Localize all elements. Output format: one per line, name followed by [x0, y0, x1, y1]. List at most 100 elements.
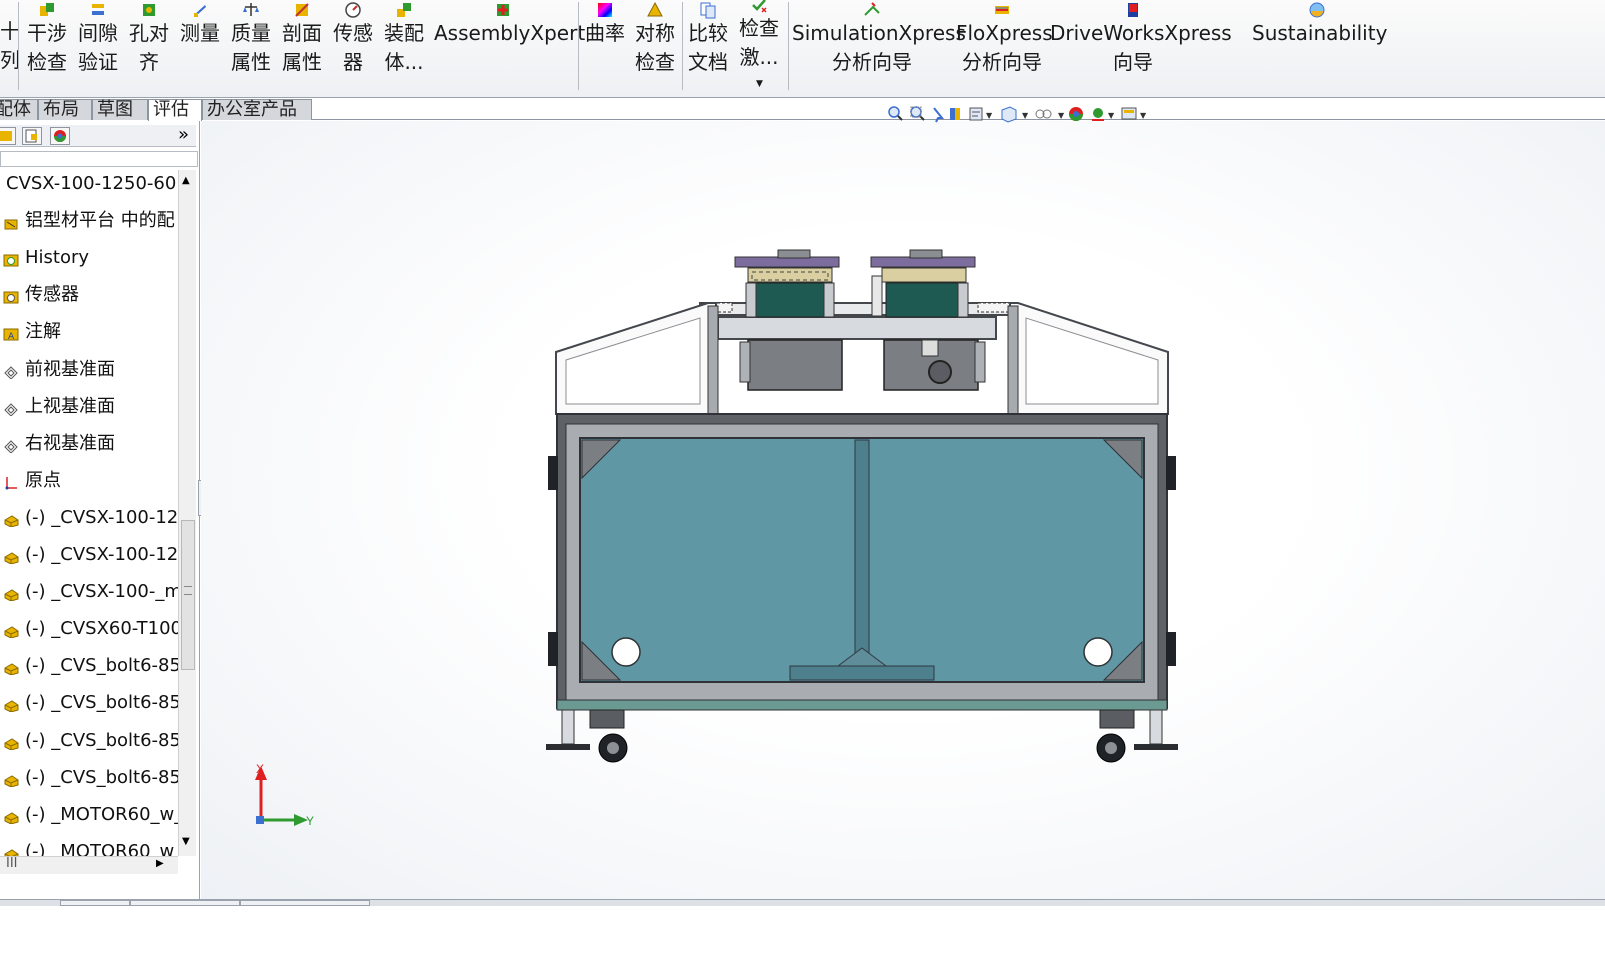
sustainability-button[interactable]: Sustainability — [1252, 0, 1387, 92]
tree-item-label: 注解 — [25, 321, 61, 343]
button-label-line1: 剖面 — [282, 21, 322, 45]
hole-alignment-button[interactable]: 孔对 齐 — [126, 0, 172, 92]
guard-right[interactable] — [1007, 302, 1169, 415]
display-manager-tab[interactable] — [50, 127, 70, 145]
display-style-icon[interactable] — [1035, 109, 1052, 119]
driveworksxpress-button[interactable]: DriveWorksXpress 向导 — [1050, 0, 1232, 92]
simulationxpress-button[interactable]: SimulationXpress 分析向导 — [792, 0, 966, 92]
interference-check-button[interactable]: 干涉 检查 — [24, 0, 70, 92]
tab-office-products[interactable]: 办公室产品 — [202, 99, 312, 120]
dropdown-arrow-icon[interactable]: ▼ — [1022, 111, 1029, 120]
previous-view-icon[interactable] — [933, 107, 945, 123]
tree-filter-input[interactable] — [0, 151, 198, 167]
bottom-tab-motion-study-1[interactable] — [130, 900, 240, 906]
section-properties-button[interactable]: 剖面 属性 — [279, 0, 325, 92]
tree-item[interactable]: 上视基准面 — [0, 393, 178, 421]
tree-item[interactable]: 右视基准面 — [0, 430, 178, 458]
tree-root-assembly[interactable]: CVSX-100-1250-60 — [0, 170, 178, 198]
sensor-folder-icon — [3, 291, 19, 304]
panel-toolbar: » — [0, 125, 196, 147]
view-settings-icon[interactable] — [1121, 107, 1137, 120]
tree-item[interactable]: 铝型材平台 中的配 — [0, 207, 178, 235]
tree-item[interactable]: (-) _CVSX-100-12 — [0, 541, 178, 569]
property-manager-tab[interactable] — [22, 127, 42, 145]
tree-horizontal-scrollbar[interactable]: III ▶ — [0, 856, 178, 874]
graphics-area[interactable]: X Y — [201, 121, 1605, 901]
dropdown-arrow-icon[interactable]: ▼ — [1140, 111, 1147, 120]
feature-manager-tab[interactable] — [0, 127, 16, 145]
tab-assembly-label: 配体 — [0, 99, 31, 120]
compare-documents-button[interactable]: 比较 文档 — [685, 0, 731, 92]
tab-sketch[interactable]: 草图 — [92, 99, 148, 120]
edit-appearance-icon[interactable] — [1069, 107, 1083, 121]
expand-panel-icon[interactable]: » — [178, 125, 189, 145]
assemblyxpert-icon — [497, 4, 509, 16]
cad-model-front-view[interactable]: X Y — [201, 121, 1605, 901]
horizontal-thumb-grip[interactable]: III — [6, 856, 18, 871]
part-icon — [4, 775, 19, 787]
dropdown-arrow-icon[interactable]: ▼ — [756, 79, 763, 89]
tab-assembly[interactable]: 配体 — [0, 99, 38, 120]
scroll-right-icon[interactable]: ▶ — [156, 858, 164, 869]
assembly-icon — [397, 3, 411, 17]
curvature-button[interactable]: 曲率 — [582, 0, 628, 92]
symmetry-check-button[interactable]: 对称 检查 — [632, 0, 678, 92]
tree-item[interactable]: (-) _CVSX-100-12 — [0, 504, 178, 532]
main-frame[interactable] — [548, 413, 1176, 711]
tree-item[interactable]: 原点 — [0, 467, 178, 495]
part-icon — [4, 552, 19, 564]
tree-vertical-scrollbar[interactable]: ▲ ▼ — [178, 170, 196, 856]
tree-item[interactable]: (-) _CVSX-100-_m — [0, 578, 178, 606]
hole-align-icon — [143, 4, 155, 16]
caster-left[interactable] — [546, 709, 628, 763]
dropdown-arrow-icon[interactable]: ▼ — [986, 111, 993, 120]
tree-item[interactable]: (-) _MOTOR60_w_ — [0, 801, 178, 829]
flow-icon — [995, 6, 1009, 14]
floxpress-button[interactable]: FloXpress 分析向导 — [956, 0, 1053, 92]
measure-button[interactable]: 测量 — [177, 0, 223, 92]
tree-item[interactable]: (-) _CVSX60-T100 — [0, 615, 178, 643]
guard-left[interactable] — [555, 302, 719, 415]
view-orientation-icon[interactable] — [1001, 106, 1017, 123]
sensor-button[interactable]: 传感 器 — [330, 0, 376, 92]
section-view-icon[interactable] — [950, 108, 960, 120]
tree-item-label: (-) _MOTOR60_w_ — [25, 803, 178, 825]
tree-item-label: 右视基准面 — [25, 432, 115, 454]
apply-scene-icon[interactable] — [1092, 108, 1104, 121]
zoom-to-fit-icon[interactable] — [888, 106, 903, 121]
part-icon — [4, 626, 19, 639]
assemblyxpert-button[interactable]: AssemblyXpert — [434, 0, 585, 92]
tree-item[interactable]: 前视基准面 — [0, 356, 178, 384]
zoom-to-area-icon[interactable] — [910, 106, 925, 121]
bottom-tab-motion-study-2[interactable] — [240, 900, 370, 906]
tree-item[interactable]: (-) _CVS_bolt6-85 — [0, 727, 178, 755]
tree-item[interactable]: (-) _CVS_bolt6-85 — [0, 764, 178, 792]
scroll-up-icon[interactable]: ▲ — [182, 175, 190, 186]
driveworks-icon — [1128, 3, 1138, 17]
tree-scroll-thumb[interactable] — [181, 520, 195, 670]
button-label-line1: 装配 — [384, 21, 424, 45]
bottom-tab-model[interactable] — [60, 900, 130, 906]
assembly-visualization-button[interactable]: 装配 体... — [381, 0, 427, 92]
check-active-document-button[interactable]: 检查 激... ▼ — [736, 0, 782, 92]
ribbon-cut-off-button[interactable]: 十 列 — [0, 0, 20, 92]
origin-icon — [5, 476, 17, 490]
tree-item[interactable]: (-) _CVS_bolt6-85 — [0, 652, 178, 680]
tree-item[interactable]: 传感器 — [0, 281, 178, 309]
tree-item[interactable]: History — [0, 244, 178, 272]
button-label-line1: 干涉 — [27, 21, 67, 45]
tab-layout[interactable]: 布局 — [38, 99, 92, 120]
clearance-verify-button[interactable]: 间隙 验证 — [75, 0, 121, 92]
tree-item[interactable]: (-) _CVS_bolt6-85 — [0, 689, 178, 717]
dynamic-annotation-icon[interactable] — [969, 107, 983, 121]
mass-properties-button[interactable]: 质量 属性 — [228, 0, 274, 92]
scroll-down-icon[interactable]: ▼ — [182, 836, 190, 847]
caster-right[interactable] — [1096, 709, 1178, 763]
dropdown-arrow-icon[interactable]: ▼ — [1108, 111, 1115, 120]
clearance-icon — [92, 4, 104, 15]
tab-evaluate[interactable]: 评估 — [148, 99, 202, 121]
dropdown-arrow-icon[interactable]: ▼ — [1058, 111, 1065, 120]
tree-item-label: (-) _CVS_bolt6-85 — [25, 766, 178, 788]
tree-item[interactable]: A 注解 — [0, 318, 178, 346]
button-label-line2: 文档 — [688, 50, 728, 74]
